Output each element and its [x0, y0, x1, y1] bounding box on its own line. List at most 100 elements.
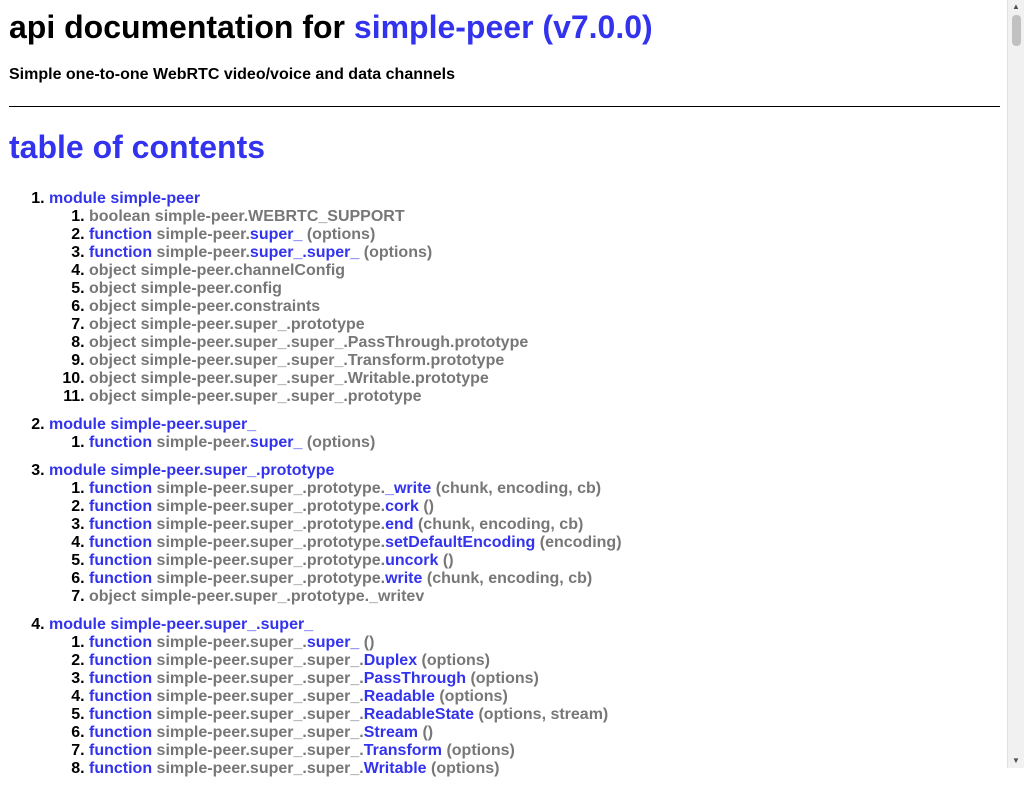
member-link[interactable]: Duplex: [364, 652, 417, 669]
member-args: (chunk, encoding, cb): [417, 516, 584, 533]
member-kind: object: [89, 298, 137, 315]
member-args: (options): [470, 670, 539, 687]
member-kind[interactable]: function: [89, 652, 152, 669]
member-kind: object: [89, 280, 137, 297]
member-link[interactable]: write: [385, 570, 422, 587]
member-kind[interactable]: function: [89, 498, 152, 515]
member-item: object simple-peer.super_.prototype._wri…: [89, 588, 1000, 606]
member-args: (encoding): [539, 534, 622, 551]
member-kind[interactable]: function: [89, 244, 152, 261]
member-args: (options): [306, 226, 376, 243]
member-kind[interactable]: function: [89, 670, 152, 687]
member-args: (options): [431, 760, 500, 777]
member-kind[interactable]: function: [89, 534, 152, 551]
member-link[interactable]: super_: [250, 434, 302, 451]
member-path: simple-peer.super_.super_.: [156, 760, 364, 777]
toc-list: module simple-peerboolean simple-peer.WE…: [9, 190, 1000, 778]
member-item: object simple-peer.super_.super_.prototy…: [89, 388, 1000, 406]
member-path: simple-peer.super_.super_.prototype: [140, 388, 422, 405]
member-link[interactable]: ReadableState: [364, 706, 474, 723]
member-link[interactable]: PassThrough: [364, 670, 466, 687]
member-args: (): [363, 634, 375, 651]
module-link[interactable]: module simple-peer.super_.prototype: [49, 462, 334, 479]
member-args: (options): [363, 244, 433, 261]
member-kind[interactable]: function: [89, 480, 152, 497]
member-link[interactable]: Writable: [364, 760, 427, 777]
member-list: boolean simple-peer.WEBRTC_SUPPORTfuncti…: [49, 208, 1000, 406]
member-link[interactable]: super_: [250, 226, 302, 243]
member-item: function simple-peer.super_.prototype.en…: [89, 516, 1000, 534]
member-link[interactable]: end: [385, 516, 413, 533]
member-link[interactable]: cork: [385, 498, 419, 515]
member-list: function simple-peer.super_.prototype._w…: [49, 480, 1000, 606]
member-path: simple-peer.channelConfig: [140, 262, 346, 279]
member-item: object simple-peer.super_.prototype: [89, 316, 1000, 334]
toc-module-item: module simple-peerboolean simple-peer.WE…: [49, 190, 1000, 406]
member-item: function simple-peer.super_.prototype.co…: [89, 498, 1000, 516]
member-link[interactable]: Transform: [364, 742, 442, 759]
member-kind[interactable]: function: [89, 688, 152, 705]
member-kind[interactable]: function: [89, 516, 152, 533]
member-link[interactable]: super_.super_: [250, 244, 359, 261]
page-subtitle: Simple one-to-one WebRTC video/voice and…: [9, 66, 455, 83]
member-path: simple-peer.super_.prototype.: [156, 570, 386, 587]
member-path: simple-peer.WEBRTC_SUPPORT: [154, 208, 405, 225]
member-item: function simple-peer.super_.prototype._w…: [89, 480, 1000, 498]
member-path: simple-peer.super_.prototype.: [156, 534, 386, 551]
member-kind[interactable]: function: [89, 742, 152, 759]
toc-module-item: module simple-peer.super_function simple…: [49, 416, 1000, 452]
project-link[interactable]: simple-peer (v7.0.0): [354, 9, 653, 45]
member-link[interactable]: super_: [307, 634, 359, 651]
module-link[interactable]: module simple-peer.super_: [49, 416, 256, 433]
member-kind: object: [89, 316, 137, 333]
member-link[interactable]: Stream: [364, 724, 418, 741]
member-path: simple-peer.super_.prototype.: [156, 516, 386, 533]
member-kind[interactable]: function: [89, 226, 152, 243]
member-link[interactable]: Readable: [364, 688, 435, 705]
member-item: object simple-peer.super_.super_.Transfo…: [89, 352, 1000, 370]
member-kind: object: [89, 262, 137, 279]
member-link[interactable]: uncork: [385, 552, 438, 569]
scroll-up-icon[interactable]: ▲: [1008, 0, 1024, 14]
member-path: simple-peer.super_.prototype.: [156, 480, 386, 497]
member-item: function simple-peer.super_.super_.Reada…: [89, 688, 1000, 706]
member-kind[interactable]: function: [89, 706, 152, 723]
member-kind[interactable]: function: [89, 552, 152, 569]
vertical-scrollbar[interactable]: ▲ ▼: [1007, 0, 1024, 768]
member-kind[interactable]: function: [89, 434, 152, 451]
member-kind[interactable]: function: [89, 570, 152, 587]
member-link[interactable]: setDefaultEncoding: [385, 534, 535, 551]
member-kind[interactable]: function: [89, 724, 152, 741]
member-item: function simple-peer.super_.prototype.un…: [89, 552, 1000, 570]
scroll-down-icon[interactable]: ▼: [1008, 754, 1024, 768]
member-path: simple-peer.super_.super_.: [156, 724, 364, 741]
member-path: simple-peer.super_.super_.: [156, 670, 364, 687]
member-list: function simple-peer.super_ (options): [49, 434, 1000, 452]
member-item: function simple-peer.super_.prototype.se…: [89, 534, 1000, 552]
member-kind[interactable]: function: [89, 760, 152, 777]
member-link[interactable]: _write: [385, 480, 431, 497]
title-prefix: api documentation for: [9, 9, 345, 45]
member-kind[interactable]: function: [89, 634, 152, 651]
member-path: simple-peer.super_.super_.: [156, 652, 364, 669]
page-title: api documentation for simple-peer (v7.0.…: [9, 0, 1000, 46]
member-args: (options, stream): [478, 706, 609, 723]
member-kind: object: [89, 334, 137, 351]
member-args: (chunk, encoding, cb): [435, 480, 602, 497]
member-item: function simple-peer.super_.prototype.wr…: [89, 570, 1000, 588]
member-path: simple-peer.super_.super_.PassThrough.pr…: [140, 334, 529, 351]
member-item: function simple-peer.super_.super_.Writa…: [89, 760, 1000, 778]
member-item: object simple-peer.super_.super_.Writabl…: [89, 370, 1000, 388]
member-item: function simple-peer.super_.super_.Strea…: [89, 724, 1000, 742]
member-item: function simple-peer.super_ (options): [89, 226, 1000, 244]
scrollbar-thumb[interactable]: [1012, 15, 1021, 46]
member-args: (): [442, 552, 454, 569]
member-item: function simple-peer.super_.super_ (): [89, 634, 1000, 652]
module-link[interactable]: module simple-peer: [49, 190, 200, 207]
member-item: function simple-peer.super_ (options): [89, 434, 1000, 452]
member-args: (options): [421, 652, 490, 669]
toc-heading: table of contents: [9, 129, 266, 165]
member-kind: object: [89, 588, 137, 605]
module-link[interactable]: module simple-peer.super_.super_: [49, 616, 313, 633]
member-path: simple-peer.super_.prototype: [140, 316, 365, 333]
